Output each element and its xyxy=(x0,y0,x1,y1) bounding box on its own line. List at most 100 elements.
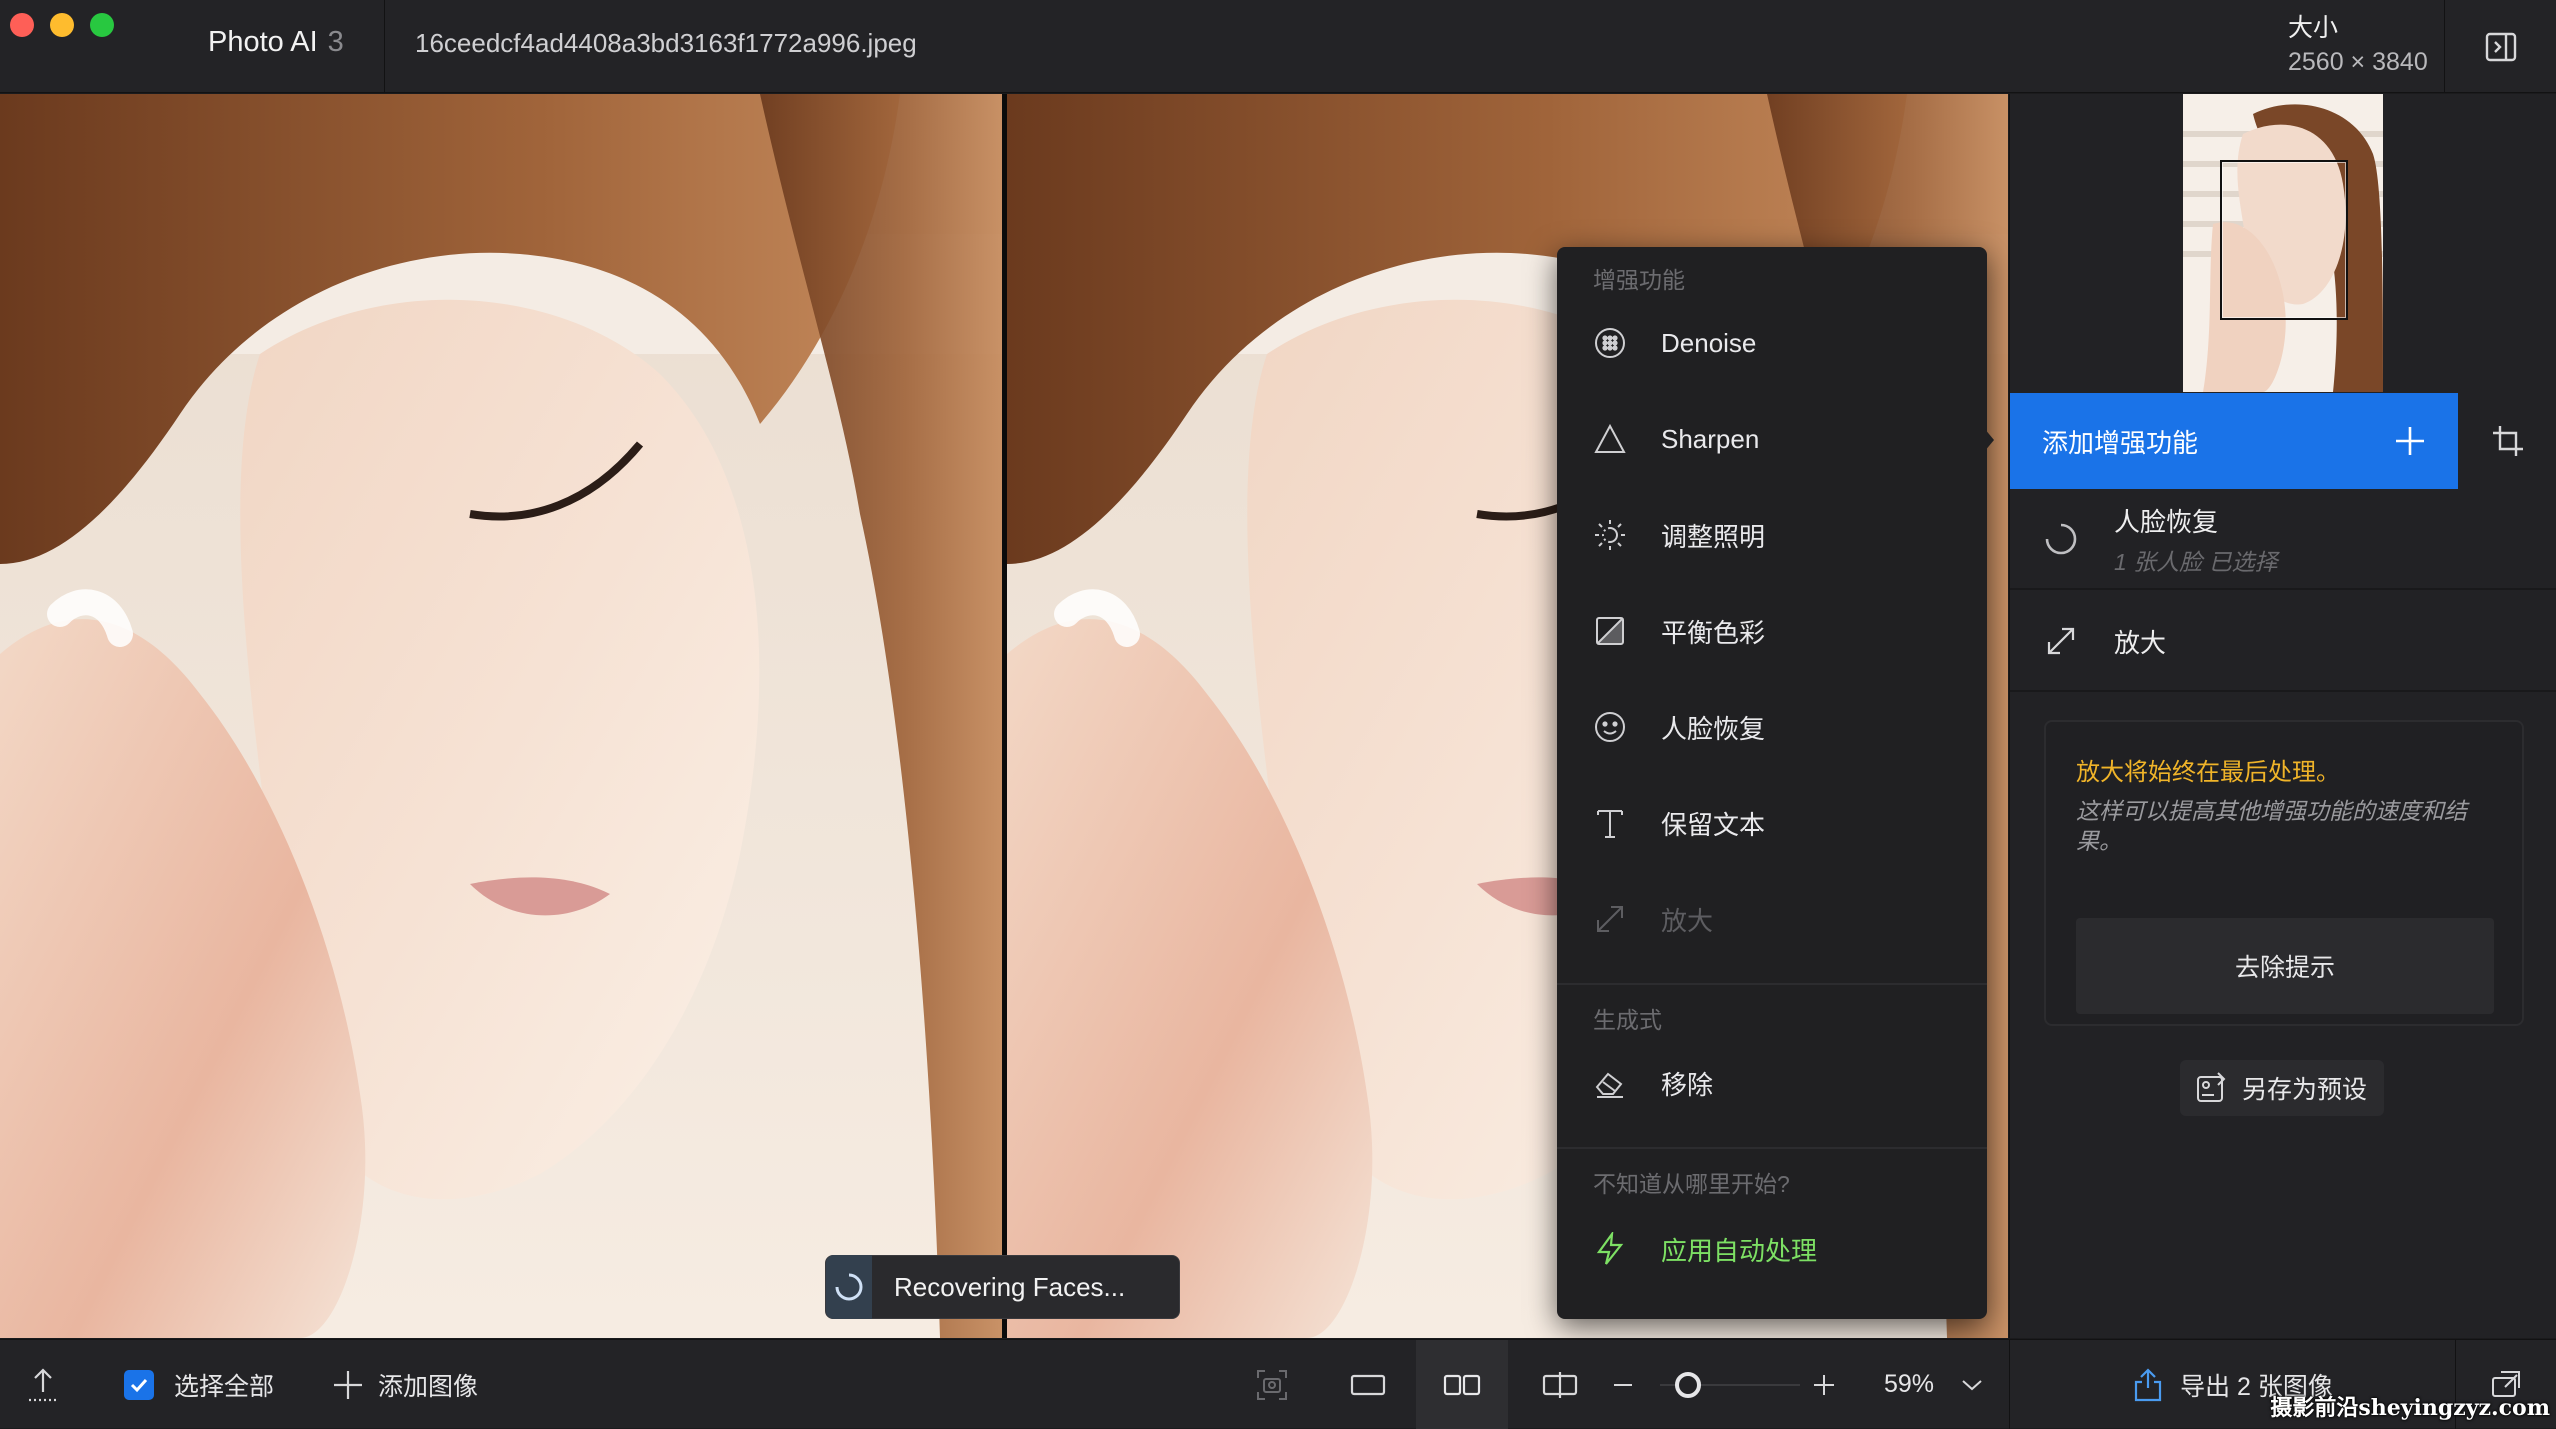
bottom-toolbar: 选择全部 添加图像 59% 导出 2 张图像 摄影前沿sheyingzyz.co… xyxy=(0,1339,2556,1429)
color-balance-icon xyxy=(1589,610,1631,652)
minus-icon xyxy=(1614,1383,1632,1386)
app-title: Photo AI 3 xyxy=(208,26,344,59)
processing-toast: Recovering Faces... xyxy=(825,1255,1180,1319)
face-select-button[interactable] xyxy=(1226,1340,1318,1429)
maximize-window-button[interactable] xyxy=(90,13,114,37)
original-image-pane[interactable] xyxy=(0,94,1002,1338)
face-icon xyxy=(1589,706,1631,748)
split-view-icon xyxy=(1542,1371,1578,1398)
expand-icon xyxy=(2038,618,2084,664)
face-recovery-title: 人脸恢复 xyxy=(2114,506,2219,537)
spinner-icon xyxy=(826,1255,872,1319)
select-all-label: 选择全部 xyxy=(174,1372,275,1401)
eraser-icon xyxy=(1589,1062,1631,1104)
zoom-dropdown-button[interactable] xyxy=(1960,1340,1984,1429)
close-window-button[interactable] xyxy=(10,13,34,37)
add-enhancement-menu: 增强功能 Denoise Sharpen 调整照明 平衡色彩 人脸恢复 保留文本… xyxy=(1557,247,1987,1319)
watermark: 摄影前沿sheyingzyz.com xyxy=(2270,1395,2550,1421)
menu-item-auto-process[interactable]: 应用自动处理 xyxy=(1557,1213,1987,1285)
zoom-in-button[interactable] xyxy=(1812,1340,1836,1429)
app-name: Photo AI xyxy=(208,26,318,58)
lighting-icon xyxy=(1589,514,1631,556)
photo-original xyxy=(0,94,1002,1338)
add-images-button[interactable]: 添加图像 xyxy=(332,1340,478,1429)
add-enhancement-label: 添加增强功能 xyxy=(2042,427,2199,458)
menu-item-denoise[interactable]: Denoise xyxy=(1557,307,1987,379)
menu-section-generative: 生成式 xyxy=(1593,1007,1662,1033)
toggle-panel-button[interactable] xyxy=(2444,0,2556,93)
zoom-level[interactable]: 59% xyxy=(1884,1370,1934,1399)
toast-text: Recovering Faces... xyxy=(894,1271,1126,1302)
crop-button[interactable] xyxy=(2458,393,2556,489)
save-preset-button[interactable]: 另存为预设 xyxy=(2180,1060,2384,1116)
side-panel: 添加增强功能 人脸恢复 1 张人脸 已选择 放大 放大将始终在最后处理。 这样可… xyxy=(2009,94,2556,1338)
lightning-icon xyxy=(1589,1228,1631,1270)
side-by-side-icon xyxy=(1443,1374,1481,1395)
crop-icon xyxy=(2492,426,2523,456)
upload-button[interactable] xyxy=(26,1340,60,1429)
split-view-button[interactable] xyxy=(1514,1340,1606,1429)
menu-item-label: Sharpen xyxy=(1661,423,1760,454)
plus-icon xyxy=(334,1370,362,1399)
menu-item-face-recovery[interactable]: 人脸恢复 xyxy=(1557,691,1987,763)
tip-body: 这样可以提高其他增强功能的速度和结果。 xyxy=(2076,798,2467,854)
add-images-label: 添加图像 xyxy=(378,1372,479,1401)
select-all-toggle[interactable]: 选择全部 xyxy=(124,1340,274,1429)
menu-item-preserve-text[interactable]: 保留文本 xyxy=(1557,787,1987,859)
viewport-indicator[interactable] xyxy=(2220,160,2348,320)
title-bar: Photo AI 3 16ceedcf4ad4408a3bd3163f1772a9… xyxy=(0,0,2556,93)
dismiss-tip-button[interactable]: 去除提示 xyxy=(2076,918,2494,1014)
loading-spinner-icon xyxy=(2038,516,2084,562)
menu-item-upscale: 放大 xyxy=(1557,883,1987,955)
menu-divider xyxy=(1557,983,1987,985)
menu-item-label: 保留文本 xyxy=(1661,809,1766,840)
plus-icon xyxy=(1814,1374,1834,1395)
side-by-side-view-button[interactable] xyxy=(1416,1340,1508,1429)
menu-section-enhance: 增强功能 xyxy=(1593,267,1685,293)
text-icon xyxy=(1589,802,1631,844)
save-preset-icon xyxy=(2197,1072,2226,1102)
select-all-checkbox[interactable] xyxy=(124,1369,154,1400)
upscale-icon xyxy=(1589,898,1631,940)
zoom-out-button[interactable] xyxy=(1612,1340,1634,1429)
menu-item-remove[interactable]: 移除 xyxy=(1557,1047,1987,1119)
single-view-button[interactable] xyxy=(1322,1340,1414,1429)
denoise-icon xyxy=(1589,322,1631,364)
enhancement-face-recovery[interactable]: 人脸恢复 1 张人脸 已选择 xyxy=(2010,490,2556,590)
upload-icon xyxy=(29,1367,57,1401)
menu-divider xyxy=(1557,1147,1987,1149)
menu-item-label: 移除 xyxy=(1661,1069,1714,1100)
check-icon xyxy=(130,1378,148,1392)
tip-title: 放大将始终在最后处理。 xyxy=(2076,759,2340,786)
chevron-down-icon xyxy=(1962,1379,1982,1390)
tip-card: 放大将始终在最后处理。 这样可以提高其他增强功能的速度和结果。 去除提示 xyxy=(2044,720,2524,1026)
menu-item-sharpen[interactable]: Sharpen xyxy=(1557,403,1987,475)
share-icon xyxy=(2134,1367,2162,1401)
save-preset-label: 另存为预设 xyxy=(2242,1076,2368,1104)
zoom-slider-handle[interactable] xyxy=(1675,1372,1701,1398)
size-value: 2560 × 3840 xyxy=(2288,48,2428,76)
face-scan-icon xyxy=(1257,1369,1287,1400)
face-recovery-text: 人脸恢复 1 张人脸 已选择 xyxy=(2114,502,2278,577)
file-name: 16ceedcf4ad4408a3bd3163f1772a996.jpeg xyxy=(415,28,917,58)
menu-item-label: Denoise xyxy=(1661,327,1757,358)
menu-item-label: 人脸恢复 xyxy=(1661,713,1766,744)
upscale-text: 放大 xyxy=(2114,623,2166,660)
minimize-window-button[interactable] xyxy=(50,13,74,37)
divider xyxy=(384,0,385,93)
menu-item-color-balance[interactable]: 平衡色彩 xyxy=(1557,595,1987,667)
plus-icon xyxy=(2362,393,2458,489)
face-recovery-subtitle: 1 张人脸 已选择 xyxy=(2114,548,2278,575)
menu-section-help: 不知道从哪里开始? xyxy=(1593,1171,1790,1197)
sharpen-icon xyxy=(1589,418,1631,460)
sidebar-toggle-icon xyxy=(2485,32,2516,61)
navigator-thumbnail[interactable] xyxy=(2183,94,2383,392)
add-enhancement-button[interactable]: 添加增强功能 xyxy=(2010,393,2458,489)
single-view-icon xyxy=(1350,1374,1386,1395)
menu-item-label: 应用自动处理 xyxy=(1661,1235,1818,1266)
enhancement-upscale[interactable]: 放大 xyxy=(2010,592,2556,692)
menu-item-label: 调整照明 xyxy=(1661,521,1766,552)
menu-item-lighting[interactable]: 调整照明 xyxy=(1557,499,1987,571)
upscale-title: 放大 xyxy=(2114,627,2167,658)
app-version: 3 xyxy=(327,26,344,58)
